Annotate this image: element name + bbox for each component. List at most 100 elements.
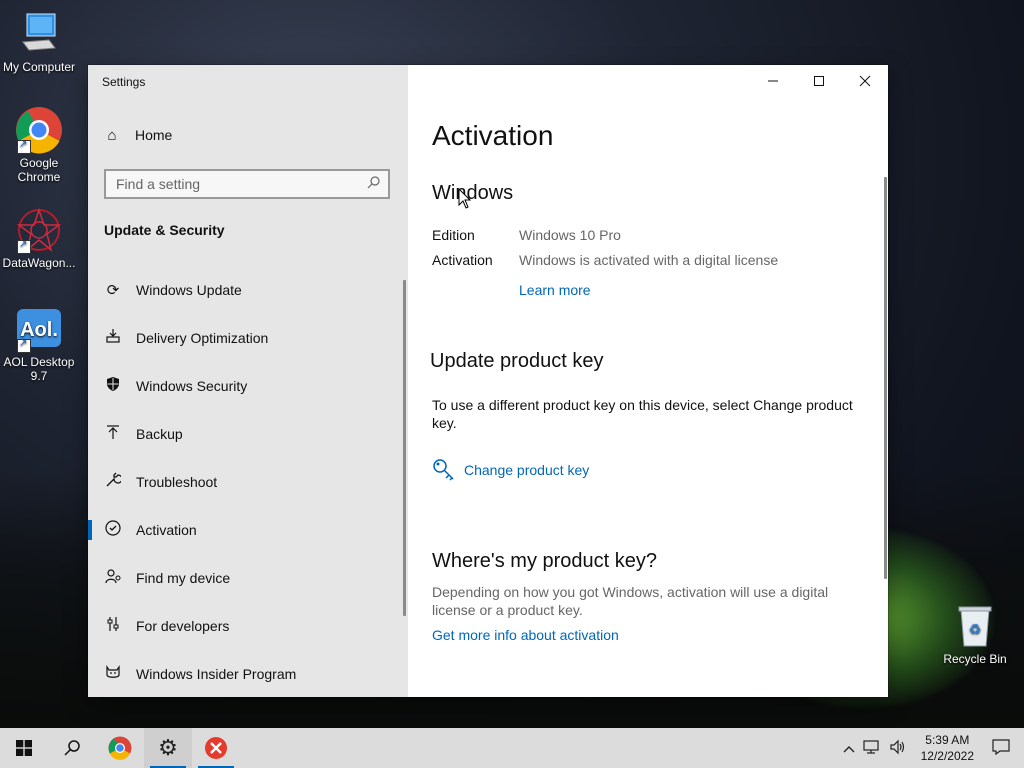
- sidebar-item-label: Backup: [136, 426, 183, 442]
- page-title: Activation: [432, 120, 554, 151]
- sidebar-item-troubleshoot[interactable]: Troubleshoot: [88, 458, 408, 506]
- settings-main-content: Activation Windows Edition Windows 10 Pr…: [408, 65, 888, 697]
- sidebar-item-activation[interactable]: Activation: [88, 506, 408, 554]
- minimize-icon: [768, 80, 778, 82]
- desktop-icon-label: My Computer: [2, 60, 76, 74]
- home-label: Home: [135, 127, 173, 143]
- learn-more-link[interactable]: Learn more: [519, 282, 591, 298]
- mouse-cursor-icon: [458, 187, 472, 215]
- desktop-icon-recycle-bin[interactable]: ♻ Recycle Bin: [936, 602, 1014, 666]
- close-button[interactable]: [842, 65, 888, 97]
- home-icon: ⌂: [107, 126, 117, 144]
- wrench-icon: [104, 472, 123, 492]
- taskbar-clock[interactable]: 5:39 AM 12/2/2022: [921, 732, 974, 764]
- volume-icon[interactable]: [889, 739, 907, 758]
- insider-cat-icon: [104, 664, 122, 684]
- close-icon: [859, 75, 871, 87]
- sidebar-item-label: Troubleshoot: [136, 474, 218, 490]
- computer-icon: [15, 10, 63, 58]
- desktop-icon-label: Recycle Bin: [943, 652, 1007, 666]
- sidebar-item-windows-security[interactable]: Windows Security: [88, 362, 408, 410]
- shortcut-arrow-icon: [17, 238, 31, 254]
- activation-value: Windows is activated with a digital lice…: [519, 252, 779, 268]
- taskbar-app-button[interactable]: [192, 728, 240, 768]
- shortcut-arrow-icon: [17, 337, 31, 353]
- sidebar-item-label: Activation: [136, 522, 197, 538]
- red-x-app-icon: [205, 737, 227, 759]
- start-button[interactable]: [0, 728, 48, 768]
- windows-logo-icon: [16, 740, 32, 756]
- taskbar: ⚙ 5:39 AM 12/2/2022: [0, 728, 1024, 768]
- sidebar-item-delivery-optimization[interactable]: Delivery Optimization: [88, 314, 408, 362]
- person-location-icon: [104, 568, 122, 588]
- minimize-button[interactable]: [750, 65, 796, 97]
- system-tray: 5:39 AM 12/2/2022: [839, 728, 1024, 768]
- developer-sliders-icon: [104, 616, 122, 636]
- check-circle-icon: [104, 520, 122, 540]
- sidebar-nav: ⟳ Windows Update Delivery Optimization W…: [88, 266, 408, 698]
- svg-text:♻: ♻: [969, 621, 982, 637]
- section-title: Update & Security: [104, 222, 225, 238]
- update-product-key-text: To use a different product key on this d…: [432, 397, 853, 431]
- where-product-key-text: Depending on how you got Windows, activa…: [432, 584, 829, 618]
- desktop-icon-label: AOL Desktop 9.7: [3, 355, 75, 383]
- main-scrollbar[interactable]: [884, 177, 887, 579]
- active-indicator: [88, 520, 92, 540]
- edition-label: Edition: [432, 227, 475, 243]
- sidebar-item-label: Windows Update: [136, 282, 242, 298]
- recycle-bin-icon: ♻: [951, 602, 999, 650]
- search-icon: [64, 740, 80, 756]
- settings-window: Settings ⌂ Home Update & Security ⟳ Wind…: [88, 65, 888, 697]
- more-info-activation-link[interactable]: Get more info about activation: [432, 627, 619, 643]
- datawagon-star-icon: [15, 206, 63, 254]
- sidebar-item-label: Find my device: [136, 570, 231, 586]
- where-product-key-heading: Where's my product key?: [432, 550, 658, 572]
- change-product-key-button[interactable]: Change product key: [432, 458, 589, 482]
- home-nav-item[interactable]: ⌂ Home: [104, 126, 173, 144]
- maximize-icon: [814, 76, 824, 86]
- chrome-icon: [108, 736, 132, 760]
- shortcut-arrow-icon: [17, 138, 31, 154]
- windows-heading: Windows: [432, 182, 514, 204]
- window-title: Settings: [102, 75, 146, 89]
- taskbar-chrome-button[interactable]: [96, 728, 144, 768]
- clock-date: 12/2/2022: [920, 749, 974, 763]
- sidebar-item-label: Windows Security: [136, 378, 248, 394]
- search-input[interactable]: [106, 175, 358, 193]
- shield-icon: [104, 376, 122, 396]
- chrome-icon: [15, 106, 63, 154]
- key-icon: [432, 458, 456, 482]
- sidebar-item-label: For developers: [136, 618, 230, 634]
- sidebar-item-for-developers[interactable]: For developers: [88, 602, 408, 650]
- desktop-icon-label: DataWagon...: [2, 256, 76, 270]
- desktop-icon-aol-desktop[interactable]: Aol. AOL Desktop 9.7: [0, 305, 78, 383]
- aol-logo-icon: Aol.: [15, 305, 63, 353]
- settings-sidebar: Settings ⌂ Home Update & Security ⟳ Wind…: [88, 65, 408, 697]
- sidebar-item-label: Windows Insider Program: [136, 666, 297, 682]
- search-icon[interactable]: [367, 176, 380, 192]
- sidebar-item-find-my-device[interactable]: Find my device: [88, 554, 408, 602]
- desktop-icon-google-chrome[interactable]: Google Chrome: [0, 106, 78, 184]
- backup-arrow-icon: [104, 424, 122, 444]
- network-icon[interactable]: [863, 739, 881, 758]
- window-controls: [750, 65, 888, 97]
- sidebar-item-backup[interactable]: Backup: [88, 410, 408, 458]
- maximize-button[interactable]: [796, 65, 842, 97]
- search-box[interactable]: [104, 169, 390, 199]
- update-product-key-heading: Update product key: [430, 350, 604, 372]
- sidebar-item-windows-update[interactable]: ⟳ Windows Update: [88, 266, 408, 314]
- gear-icon: ⚙: [158, 735, 178, 760]
- clock-time: 5:39 AM: [925, 733, 970, 747]
- refresh-icon: ⟳: [106, 282, 120, 299]
- delivery-icon: [104, 328, 122, 348]
- sidebar-item-windows-insider-program[interactable]: Windows Insider Program: [88, 650, 408, 698]
- change-product-key-label: Change product key: [464, 462, 590, 478]
- desktop-icon-datawagon[interactable]: DataWagon...: [0, 206, 78, 270]
- taskbar-search-button[interactable]: [48, 728, 96, 768]
- taskbar-settings-button[interactable]: ⚙: [144, 728, 192, 768]
- sidebar-item-label: Delivery Optimization: [136, 330, 269, 346]
- notifications-icon[interactable]: [992, 738, 1010, 758]
- sidebar-scrollbar[interactable]: [403, 280, 406, 616]
- desktop-icon-my-computer[interactable]: My Computer: [0, 10, 78, 74]
- chevron-up-icon[interactable]: [843, 740, 855, 756]
